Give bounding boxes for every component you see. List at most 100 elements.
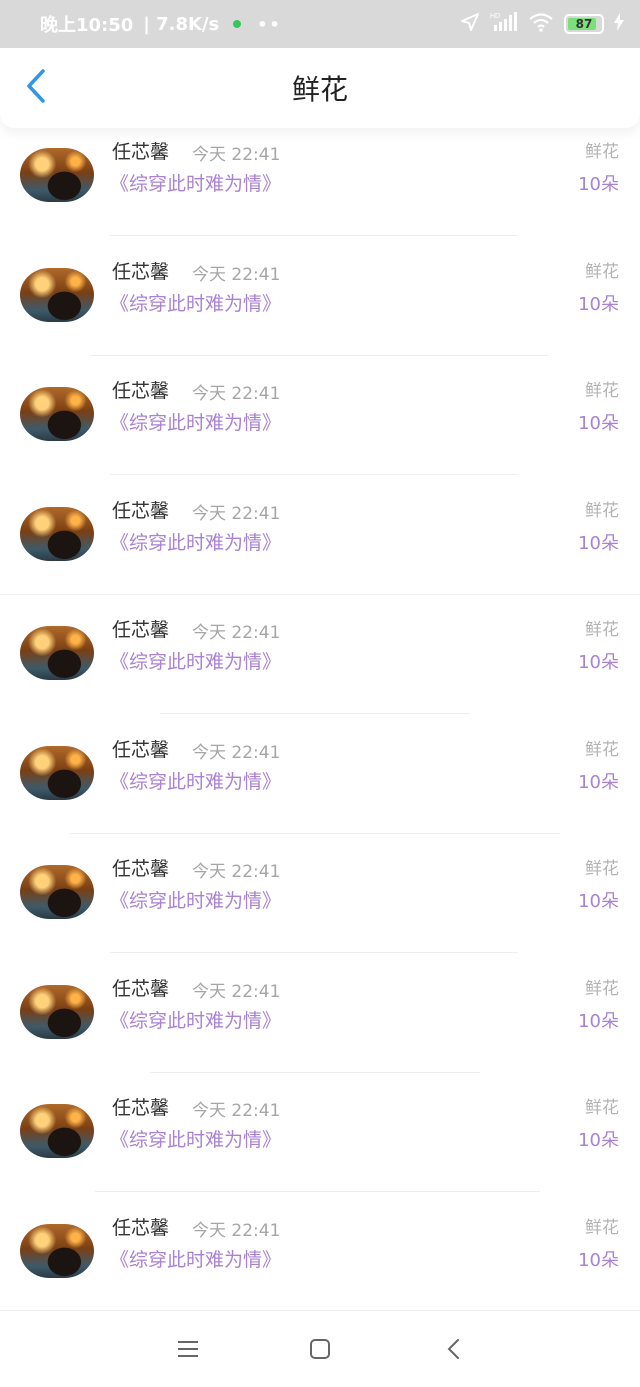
giver-name: 任芯馨 — [112, 619, 170, 641]
gift-time: 今天 22:41 — [192, 981, 281, 1002]
giver-name: 任芯馨 — [112, 738, 170, 761]
book-title: 《综穿此时难为情》 — [110, 770, 282, 793]
gift-type: 鲜花 — [585, 859, 619, 879]
wifi-icon — [528, 12, 554, 36]
gift-record-row[interactable]: 任芯馨 今天 22:41 《综穿此时难为情》 鲜花 10朵 — [0, 128, 640, 238]
giver-name: 任芯馨 — [112, 141, 170, 163]
gift-count: 10朵 — [578, 532, 619, 554]
gift-record-row[interactable]: 任芯馨 今天 22:41 《综穿此时难为情》 鲜花 10朵 — [0, 956, 640, 1075]
giver-name: 任芯馨 — [112, 977, 170, 1000]
book-title: 《综穿此时难为情》 — [110, 651, 282, 673]
avatar — [20, 1104, 94, 1158]
gift-type: 鲜花 — [585, 500, 619, 521]
gift-record-row[interactable]: 任芯馨 今天 22:41 《综穿此时难为情》 鲜花 10朵 — [0, 239, 640, 358]
gift-record-list: 任芯馨 今天 22:41 《综穿此时难为情》 鲜花 10朵 任芯馨 今天 22:41 《综穿此… — [0, 128, 640, 1308]
row-divider — [160, 713, 470, 714]
gift-time: 今天 22:41 — [192, 503, 281, 524]
recording-dot-icon — [233, 20, 242, 28]
book-title: 《综穿此时难为情》 — [110, 412, 282, 434]
status-more: •• — [257, 14, 282, 34]
row-divider — [110, 474, 518, 475]
gift-time: 今天 22:41 — [192, 145, 281, 165]
gift-type: 鲜花 — [585, 978, 619, 999]
status-time: 晚上10:50 — [40, 15, 134, 36]
gift-time: 今天 22:41 — [192, 264, 281, 285]
avatar — [20, 984, 94, 1039]
gift-type: 鲜花 — [585, 261, 619, 282]
gift-record-row[interactable]: 任芯馨 今天 22:41 《综穿此时难为情》 鲜花 10朵 — [0, 717, 640, 836]
book-title: 《综穿此时难为情》 — [110, 531, 282, 554]
giver-name: 任芯馨 — [112, 1216, 170, 1239]
avatar — [20, 865, 94, 919]
status-right: HD 87 — [460, 11, 624, 37]
avatar — [20, 626, 94, 680]
back-chevron-icon — [446, 1338, 462, 1364]
system-nav-bar — [0, 1310, 640, 1387]
home-button[interactable] — [300, 1331, 340, 1371]
gift-record-row[interactable]: 任芯馨 今天 22:41 《综穿此时难为情》 鲜花 10朵 — [0, 1195, 640, 1309]
status-left: 晚上10:50 | 7.8K/s •• — [40, 11, 282, 37]
book-title: 《综穿此时难为情》 — [110, 1009, 282, 1032]
row-divider — [70, 832, 560, 834]
gift-time: 今天 22:41 — [192, 1220, 281, 1241]
gift-time: 今天 22:41 — [192, 1101, 281, 1121]
row-divider — [0, 593, 640, 595]
gift-time: 今天 22:41 — [192, 862, 281, 882]
gift-record-row[interactable]: 任芯馨 今天 22:41 《综穿此时难为情》 鲜花 10朵 — [0, 836, 640, 955]
system-back-button[interactable] — [434, 1331, 474, 1371]
gift-count: 10朵 — [578, 174, 619, 195]
avatar — [20, 148, 94, 202]
row-divider — [110, 235, 518, 236]
gift-type: 鲜花 — [585, 1217, 619, 1238]
menu-icon — [177, 1340, 199, 1362]
row-divider — [150, 1071, 480, 1073]
book-title: 《综穿此时难为情》 — [110, 1129, 282, 1151]
battery-level: 87 — [575, 17, 593, 31]
gift-count: 10朵 — [578, 652, 619, 673]
gift-record-row[interactable]: 任芯馨 今天 22:41 《综穿此时难为情》 鲜花 10朵 — [0, 478, 640, 597]
gift-type: 鲜花 — [585, 142, 619, 162]
gift-count: 10朵 — [578, 1130, 619, 1151]
book-title: 《综穿此时难为情》 — [110, 173, 282, 195]
gift-count: 10朵 — [578, 413, 619, 434]
gift-type: 鲜花 — [585, 739, 619, 760]
row-divider — [90, 354, 548, 356]
header-bar: 鲜花 — [0, 48, 640, 128]
gift-type: 鲜花 — [585, 620, 619, 640]
battery-icon: 87 — [564, 14, 604, 34]
status-speed: | 7.8K/s — [143, 13, 220, 35]
giver-name: 任芯馨 — [112, 1097, 170, 1119]
giver-name: 任芯馨 — [112, 380, 170, 402]
gift-type: 鲜花 — [585, 1098, 619, 1118]
giver-name: 任芯馨 — [112, 858, 170, 880]
location-icon — [460, 12, 480, 36]
gift-record-row[interactable]: 任芯馨 今天 22:41 《综穿此时难为情》 鲜花 10朵 — [0, 1075, 640, 1194]
status-bar: 晚上10:50 | 7.8K/s •• HD 87 — [0, 0, 640, 48]
avatar — [20, 387, 94, 441]
svg-text:HD: HD — [490, 13, 500, 20]
giver-name: 任芯馨 — [112, 499, 170, 522]
home-square-icon — [309, 1338, 331, 1364]
hd-signal-icon: HD — [490, 11, 518, 37]
gift-record-row[interactable]: 任芯馨 今天 22:41 《综穿此时难为情》 鲜花 10朵 — [0, 597, 640, 716]
gift-record-row[interactable]: 任芯馨 今天 22:41 《综穿此时难为情》 鲜花 10朵 — [0, 358, 640, 477]
giver-name: 任芯馨 — [112, 260, 170, 283]
page-title: 鲜花 — [291, 73, 348, 106]
row-divider — [110, 952, 518, 953]
gift-count: 10朵 — [578, 293, 619, 315]
gift-count: 10朵 — [578, 891, 619, 912]
gift-count: 10朵 — [578, 771, 619, 793]
charging-icon — [614, 13, 624, 35]
gift-type: 鲜花 — [585, 381, 619, 401]
avatar — [20, 506, 94, 561]
book-title: 《综穿此时难为情》 — [110, 1248, 282, 1271]
gift-time: 今天 22:41 — [192, 384, 281, 404]
avatar — [20, 1223, 94, 1278]
gift-count: 10朵 — [578, 1010, 619, 1032]
book-title: 《综穿此时难为情》 — [110, 890, 282, 912]
book-title: 《综穿此时难为情》 — [110, 292, 282, 315]
menu-button[interactable] — [168, 1331, 208, 1371]
avatar — [20, 267, 94, 322]
gift-time: 今天 22:41 — [192, 623, 281, 643]
row-divider — [95, 1191, 540, 1192]
